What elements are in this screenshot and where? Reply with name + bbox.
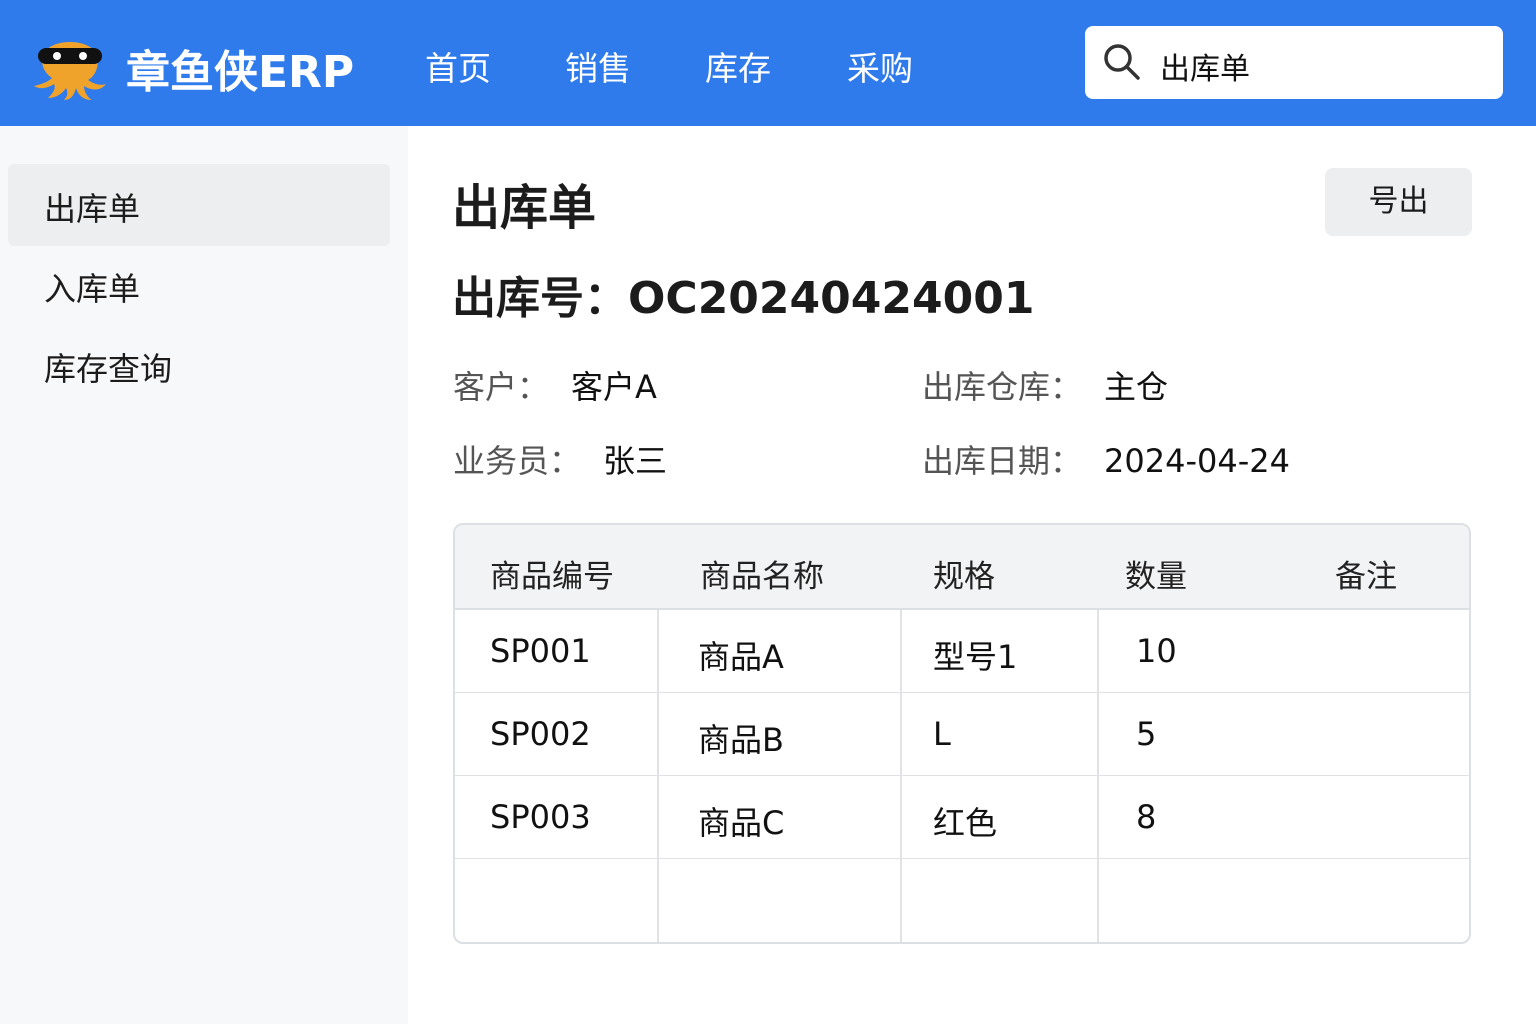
search-icon: [1104, 44, 1140, 80]
cell-spec: L: [933, 715, 951, 753]
cell-code: SP001: [490, 632, 591, 670]
table-row[interactable]: SP001 商品A 型号1 10: [455, 610, 1469, 693]
brand-name: 章鱼侠ERP: [126, 47, 355, 98]
date-value: 2024-04-24: [1104, 442, 1290, 480]
sidebar-item-stock-query[interactable]: 库存查询: [8, 324, 390, 406]
cell-code: SP002: [490, 715, 591, 753]
warehouse-value: 主仓: [1104, 368, 1169, 406]
cell-qty: 8: [1136, 798, 1157, 836]
cell-name: 商品A: [698, 638, 784, 676]
nav-home[interactable]: 首页: [425, 42, 491, 90]
table-row[interactable]: SP003 商品C 红色 8: [455, 776, 1469, 859]
table-row-empty: [455, 859, 1469, 942]
date-label: 出库日期：: [922, 442, 1083, 480]
salesman-label: 业务员：: [453, 442, 582, 480]
nav-inventory[interactable]: 库存: [705, 42, 771, 90]
octopus-logo-icon: [34, 42, 106, 100]
table-header: 商品编号 商品名称 规格 数量 备注: [455, 525, 1469, 610]
cell-qty: 10: [1136, 632, 1177, 670]
column-divider: [1097, 610, 1099, 942]
search-input[interactable]: 出库单: [1085, 26, 1503, 99]
column-divider: [900, 610, 902, 942]
cell-spec: 型号1: [933, 638, 1018, 676]
page-title: 出库单: [452, 180, 597, 236]
items-table: 商品编号 商品名称 规格 数量 备注 SP001 商品A 型号1 10 SP00…: [453, 523, 1471, 944]
col-header-qty: 数量: [1125, 559, 1187, 595]
sidebar-item-inbound[interactable]: 入库单: [8, 244, 390, 326]
customer-label: 客户：: [453, 368, 550, 406]
sidebar-item-outbound[interactable]: 出库单: [8, 164, 390, 246]
warehouse-label: 出库仓库：: [922, 368, 1083, 406]
cell-name: 商品B: [698, 721, 784, 759]
nav-sales[interactable]: 销售: [565, 42, 631, 90]
table-row[interactable]: SP002 商品B L 5: [455, 693, 1469, 776]
order-number: 出库号：OC20240424001: [452, 273, 1035, 324]
warehouse-field: 出库仓库： 主仓: [922, 362, 1168, 408]
cell-qty: 5: [1136, 715, 1157, 753]
cell-code: SP003: [490, 798, 591, 836]
nav-purchase[interactable]: 采购: [847, 42, 913, 90]
customer-field: 客户： 客户A: [453, 362, 657, 408]
date-field: 出库日期： 2024-04-24: [922, 436, 1290, 482]
salesman-value: 张三: [603, 442, 668, 480]
cell-name: 商品C: [698, 804, 785, 842]
col-header-code: 商品编号: [490, 559, 614, 595]
cell-spec: 红色: [933, 804, 998, 842]
col-header-spec: 规格: [933, 559, 995, 595]
sidebar: 出库单 入库单 库存查询: [0, 126, 408, 1024]
col-header-note: 备注: [1335, 559, 1397, 595]
export-button[interactable]: 号出: [1325, 168, 1472, 236]
col-header-name: 商品名称: [700, 559, 824, 595]
search-value: 出库单: [1160, 52, 1250, 87]
salesman-field: 业务员： 张三: [453, 436, 667, 482]
column-divider: [657, 610, 659, 942]
top-header: 章鱼侠ERP 首页 销售 库存 采购 出库单: [0, 0, 1536, 126]
customer-value: 客户A: [571, 368, 657, 406]
